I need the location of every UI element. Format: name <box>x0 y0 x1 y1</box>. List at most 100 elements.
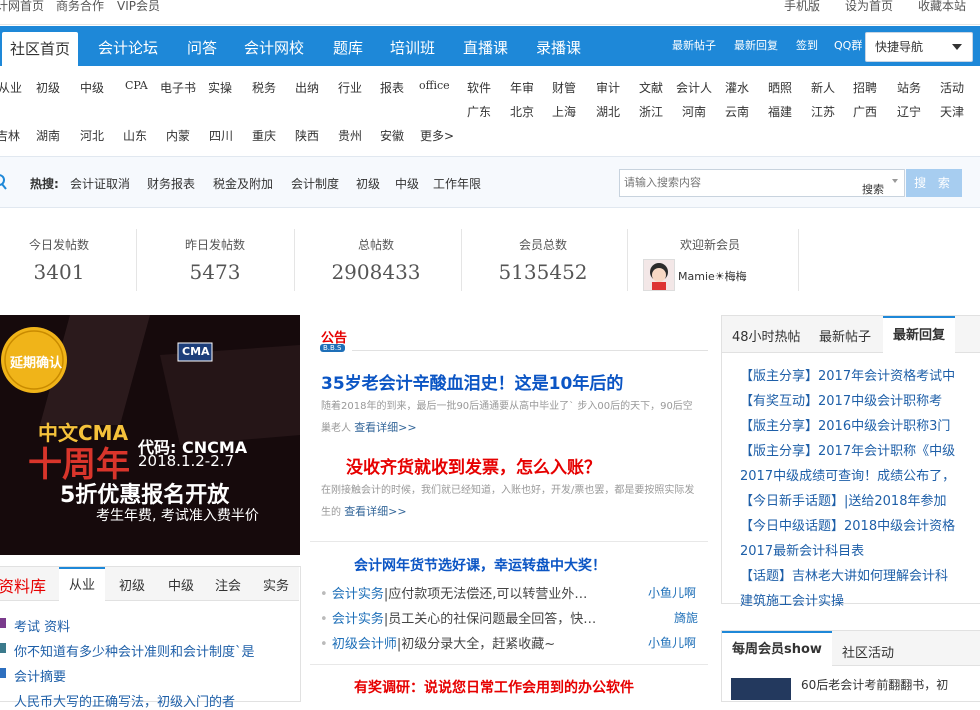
link-bookmark[interactable]: 收藏本站 <box>918 0 966 14</box>
hot-item[interactable]: 中级 <box>395 175 419 192</box>
category-link[interactable]: 审计 <box>596 79 620 96</box>
tab-community-events[interactable]: 社区活动 <box>842 642 894 661</box>
news-row[interactable]: • 初级会计师|初级分录大全，赶紧收藏~ <box>320 633 555 652</box>
category-link[interactable]: 湖南 <box>36 127 60 144</box>
news-row[interactable]: • 会计实务|员工关心的社保问题最全回答，快… <box>320 608 596 627</box>
promo-link[interactable]: 会计网年货节选好课，幸运转盘中大奖！ <box>354 555 606 575</box>
category-link[interactable]: 陕西 <box>295 127 319 144</box>
nav-qq-group[interactable]: QQ群 <box>834 26 862 66</box>
category-link[interactable]: 文献 <box>639 79 663 96</box>
link-business[interactable]: 商务合作 <box>56 0 104 14</box>
category-link[interactable]: 初级 <box>36 79 60 96</box>
category-link[interactable]: 会计人 <box>676 79 712 96</box>
link-mobile[interactable]: 手机版 <box>784 0 820 14</box>
category-link[interactable]: 重庆 <box>252 127 276 144</box>
category-link[interactable]: 福建 <box>768 103 792 120</box>
hot-item[interactable]: 会计证取消 <box>70 175 130 192</box>
nav-latest-replies[interactable]: 最新回复 <box>734 26 778 66</box>
category-link[interactable]: 天津 <box>940 103 964 120</box>
category-link[interactable]: 招聘 <box>853 79 877 96</box>
view-details-link[interactable]: 查看详细>> <box>354 421 416 434</box>
category-link[interactable]: 贵州 <box>338 127 362 144</box>
category-link[interactable]: CPA <box>125 79 148 92</box>
category-link[interactable]: 行业 <box>338 79 362 96</box>
category-link[interactable]: office <box>419 79 450 92</box>
promo-banner[interactable]: 延期确认 CMA 中文CMA 代码: CNCMA 2018.1.2-2.7 十周… <box>0 315 300 555</box>
datalib-item[interactable]: 人民币大写的正确写法，初级入门的者 <box>14 691 235 710</box>
latest-list-item[interactable]: 【版主分享】2017年会计职称《中级 <box>740 440 955 459</box>
datalib-tab-zj[interactable]: 中级 <box>168 575 194 594</box>
category-link[interactable]: 山东 <box>123 127 147 144</box>
category-link[interactable]: 财管 <box>552 79 576 96</box>
nav-qa[interactable]: 问答 <box>187 26 217 66</box>
latest-list-item[interactable]: 【有奖互动】2017中级会计职称考 <box>740 390 942 409</box>
category-link[interactable]: 江苏 <box>811 103 835 120</box>
link-set-home[interactable]: 设为首页 <box>845 0 893 14</box>
category-link[interactable]: 报表 <box>380 79 404 96</box>
hot-item[interactable]: 财务报表 <box>147 175 195 192</box>
latest-list-item[interactable]: 2017中级成绩可查询！成绩公布了， <box>740 465 955 484</box>
nav-latest-posts[interactable]: 最新帖子 <box>672 26 716 66</box>
latest-list-item[interactable]: 【今日中级话题】2018中级会计资格 <box>740 515 955 534</box>
category-link[interactable]: 云南 <box>725 103 749 120</box>
category-link[interactable]: 河南 <box>682 103 706 120</box>
news-author[interactable]: 小鱼儿啊 <box>648 634 696 651</box>
search-input[interactable] <box>620 170 846 194</box>
category-link[interactable]: 站务 <box>897 79 921 96</box>
hot-item[interactable]: 工作年限 <box>433 175 481 192</box>
announcement-title-1[interactable]: 35岁老会计辛酸血泪史！这是10年后的 <box>321 369 623 394</box>
category-link[interactable]: 新人 <box>811 79 835 96</box>
nav-live[interactable]: 直播课 <box>463 26 508 66</box>
nav-training[interactable]: 培训班 <box>390 26 435 66</box>
datalib-tab-cj[interactable]: 初级 <box>119 575 145 594</box>
latest-list-item[interactable]: 建筑施工会计实操 <box>740 590 844 609</box>
category-link[interactable]: 更多> <box>420 127 454 144</box>
category-link[interactable]: 实操 <box>208 79 232 96</box>
category-link[interactable]: 活动 <box>940 79 964 96</box>
category-link[interactable]: 河北 <box>80 127 104 144</box>
category-link[interactable]: 湖北 <box>596 103 620 120</box>
category-link[interactable]: 内蒙 <box>166 127 190 144</box>
news-author[interactable]: 旖旎 <box>674 609 698 626</box>
category-link[interactable]: 税务 <box>252 79 276 96</box>
latest-list-item[interactable]: 【版主分享】2017年会计资格考试中 <box>740 365 955 384</box>
nav-recorded[interactable]: 录播课 <box>536 26 581 66</box>
weekly-text[interactable]: 60后老会计考前翻翻书，初 <box>801 676 948 693</box>
nav-checkin[interactable]: 签到 <box>796 26 818 66</box>
announcement-title-2[interactable]: 没收齐货就收到发票，怎么入账？ <box>346 453 601 478</box>
tab-weekly-show[interactable]: 每周会员show <box>722 631 832 667</box>
tab-48h-hot[interactable]: 48小时热帖 <box>732 326 801 345</box>
category-link[interactable]: 浙江 <box>639 103 663 120</box>
category-link[interactable]: 广东 <box>467 103 491 120</box>
category-link[interactable]: 广西 <box>853 103 877 120</box>
latest-list-item[interactable]: 【今日新手话题】|送给2018年参加 <box>740 490 946 509</box>
category-link[interactable]: 年审 <box>510 79 534 96</box>
search-button[interactable]: 搜 索 <box>906 169 962 197</box>
datalib-tab-cy[interactable]: 从业 <box>59 567 106 603</box>
news-author[interactable]: 小鱼儿啊 <box>648 584 696 601</box>
nav-school[interactable]: 会计网校 <box>244 26 304 66</box>
quick-nav-dropdown[interactable]: 快捷导航 <box>865 32 973 62</box>
view-details-link[interactable]: 查看详细>> <box>344 505 406 518</box>
tab-latest-posts[interactable]: 最新帖子 <box>819 326 871 345</box>
category-link[interactable]: 上海 <box>552 103 576 120</box>
category-link[interactable]: 出纳 <box>295 79 319 96</box>
category-link[interactable]: 四川 <box>209 127 233 144</box>
nav-forum[interactable]: 会计论坛 <box>98 26 158 66</box>
link-vip[interactable]: VIP会员 <box>117 0 160 14</box>
avatar[interactable] <box>643 259 675 291</box>
category-link[interactable]: 中级 <box>80 79 104 96</box>
datalib-tab-sw[interactable]: 实务 <box>263 575 289 594</box>
latest-list-item[interactable]: 【话题】吉林老大讲如何理解会计科 <box>740 565 948 584</box>
tab-latest-replies[interactable]: 最新回复 <box>883 316 956 354</box>
datalib-item[interactable]: 考试 资料 <box>14 616 70 635</box>
nav-community-home[interactable]: 社区首页 <box>2 32 79 66</box>
category-link[interactable]: 从业 <box>0 79 22 96</box>
hot-item[interactable]: 初级 <box>356 175 380 192</box>
welcome-member-name[interactable]: Mamie☀梅梅 <box>678 268 747 284</box>
category-link[interactable]: 软件 <box>467 79 491 96</box>
hot-item[interactable]: 会计制度 <box>291 175 339 192</box>
latest-list-item[interactable]: 2017最新会计科目表 <box>740 540 864 559</box>
datalib-item[interactable]: 会计摘要 <box>14 666 66 685</box>
survey-link[interactable]: 有奖调研：说说您日常工作会用到的办公软件 <box>354 677 634 697</box>
